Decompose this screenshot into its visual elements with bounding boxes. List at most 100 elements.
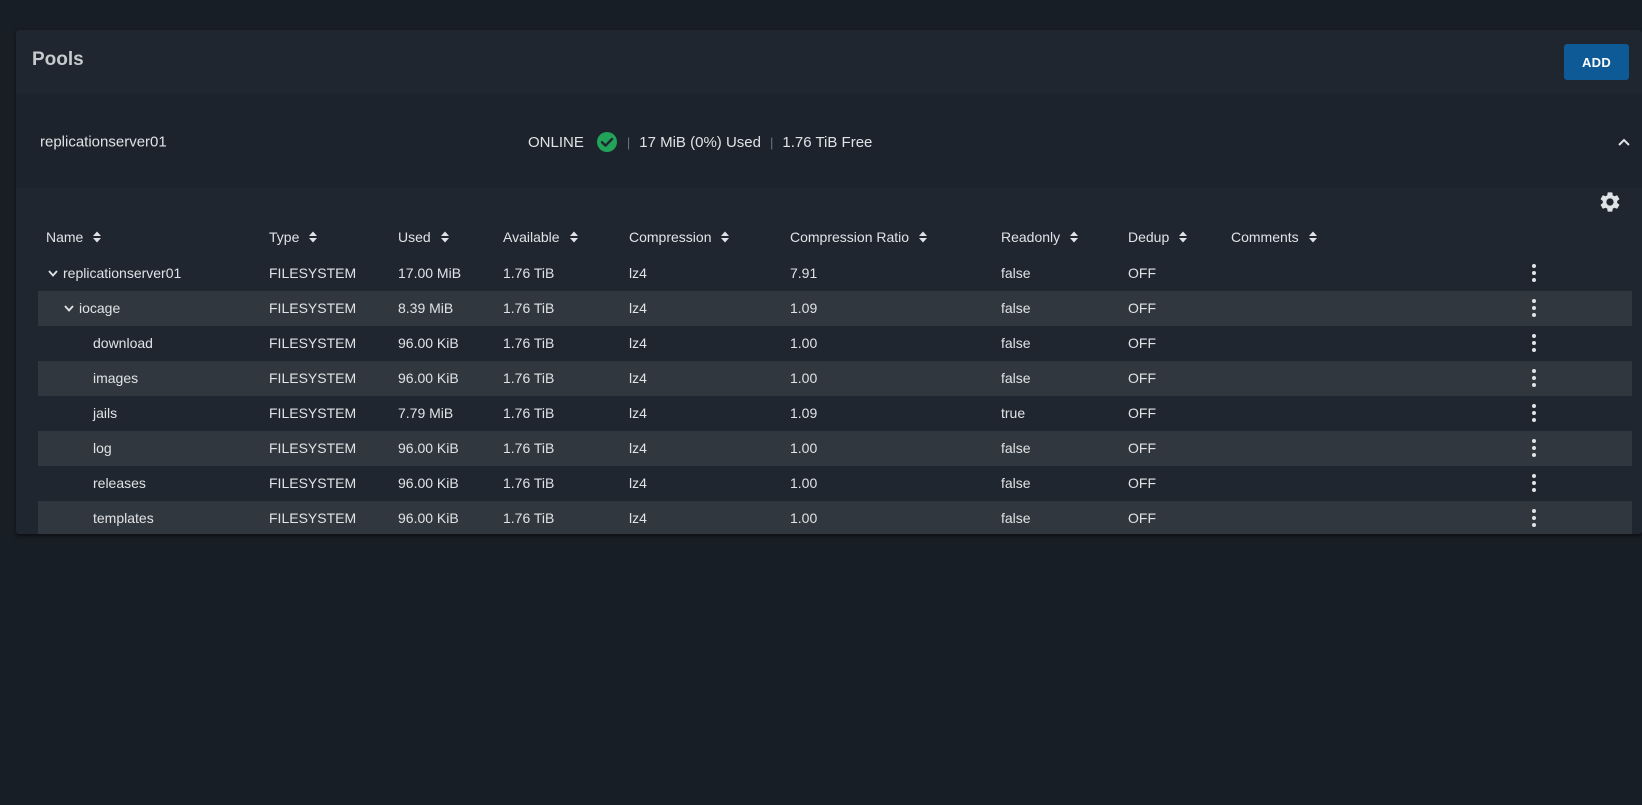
- table-row[interactable]: templates FILESYSTEM 96.00 KiB 1.76 TiB lz4 1…: [38, 501, 1632, 534]
- kebab-dot: [1532, 348, 1536, 352]
- cell-dedup: OFF: [1128, 475, 1156, 491]
- more-vert-icon[interactable]: [1522, 331, 1546, 355]
- cell-type: FILESYSTEM: [269, 335, 357, 351]
- cell-dedup: OFF: [1128, 300, 1156, 316]
- dataset-name: download: [93, 335, 153, 351]
- pool-status-text: ONLINE: [528, 133, 584, 151]
- cell-type: FILESYSTEM: [269, 510, 357, 526]
- cell-available: 1.76 TiB: [503, 440, 555, 456]
- more-vert-icon[interactable]: [1522, 471, 1546, 495]
- cell-readonly: false: [1001, 440, 1031, 456]
- dataset-name: releases: [93, 475, 146, 491]
- kebab-dot: [1532, 446, 1536, 450]
- more-vert-icon[interactable]: [1522, 401, 1546, 425]
- chevron-down-icon[interactable]: [48, 270, 58, 277]
- more-vert-icon[interactable]: [1522, 366, 1546, 390]
- cell-used: 7.79 MiB: [398, 405, 454, 421]
- add-button[interactable]: ADD: [1564, 44, 1629, 80]
- dataset-name-cell: templates: [93, 501, 154, 534]
- dataset-name-cell: replicationserver01: [48, 256, 181, 291]
- column-header-available[interactable]: Available: [503, 218, 579, 256]
- column-header-compression[interactable]: Compression: [629, 218, 730, 256]
- column-header-readonly[interactable]: Readonly: [1001, 218, 1079, 256]
- column-header-compression-ratio[interactable]: Compression Ratio: [790, 218, 928, 256]
- kebab-dot: [1532, 341, 1536, 345]
- cell-ratio: 1.09: [790, 300, 818, 316]
- cell-readonly: false: [1001, 265, 1031, 281]
- dataset-name-cell: log: [93, 431, 112, 466]
- cell-compression: lz4: [629, 510, 647, 526]
- card-header: Pools ADD: [16, 30, 1642, 94]
- kebab-dot: [1532, 334, 1536, 338]
- kebab-dot: [1532, 376, 1536, 380]
- sort-icon: [1070, 231, 1079, 243]
- sort-icon: [721, 231, 730, 243]
- kebab-dot: [1532, 523, 1536, 527]
- cell-compression: lz4: [629, 370, 647, 386]
- chevron-down-icon[interactable]: [64, 305, 74, 312]
- cell-ratio: 7.91: [790, 265, 818, 281]
- kebab-dot: [1532, 439, 1536, 443]
- kebab-dot: [1532, 299, 1536, 303]
- kebab-dot: [1532, 509, 1536, 513]
- chevron-up-icon[interactable]: [1616, 136, 1632, 148]
- cell-available: 1.76 TiB: [503, 370, 555, 386]
- sort-icon: [440, 231, 449, 243]
- cell-type: FILESYSTEM: [269, 440, 357, 456]
- kebab-dot: [1532, 404, 1536, 408]
- cell-available: 1.76 TiB: [503, 300, 555, 316]
- cell-compression: lz4: [629, 335, 647, 351]
- column-header-type[interactable]: Type: [269, 218, 318, 256]
- sort-icon: [569, 231, 578, 243]
- cell-available: 1.76 TiB: [503, 405, 555, 421]
- kebab-dot: [1532, 278, 1536, 282]
- column-header-used[interactable]: Used: [398, 218, 450, 256]
- cell-readonly: false: [1001, 335, 1031, 351]
- cell-used: 8.39 MiB: [398, 300, 454, 316]
- kebab-dot: [1532, 411, 1536, 415]
- cell-readonly: false: [1001, 300, 1031, 316]
- cell-dedup: OFF: [1128, 370, 1156, 386]
- cell-ratio: 1.00: [790, 370, 818, 386]
- pool-free: 1.76 TiB Free: [782, 133, 873, 151]
- cell-compression: lz4: [629, 440, 647, 456]
- column-header-name[interactable]: Name: [46, 218, 102, 256]
- cell-used: 17.00 MiB: [398, 265, 462, 281]
- table-row[interactable]: log FILESYSTEM 96.00 KiB 1.76 TiB lz4 1.00 fal…: [38, 431, 1632, 466]
- kebab-dot: [1532, 516, 1536, 520]
- more-vert-icon[interactable]: [1522, 261, 1546, 285]
- cell-readonly: true: [1001, 405, 1026, 421]
- table-row[interactable]: iocage FILESYSTEM 8.39 MiB 1.76 TiB lz4 1.09 f…: [38, 291, 1632, 326]
- sort-icon: [1308, 231, 1317, 243]
- sort-icon: [919, 231, 928, 243]
- table-row[interactable]: jails FILESYSTEM 7.79 MiB 1.76 TiB lz4 1.09 tr…: [38, 396, 1632, 431]
- kebab-dot: [1532, 383, 1536, 387]
- kebab-dot: [1532, 313, 1536, 317]
- column-header-comments[interactable]: Comments: [1231, 218, 1318, 256]
- more-vert-icon[interactable]: [1522, 506, 1546, 530]
- table-row[interactable]: releases FILESYSTEM 96.00 KiB 1.76 TiB lz4 1.…: [38, 466, 1632, 501]
- table-row[interactable]: images FILESYSTEM 96.00 KiB 1.76 TiB lz4 1.00…: [38, 361, 1632, 396]
- sort-icon: [309, 231, 318, 243]
- kebab-dot: [1532, 369, 1536, 373]
- pool-summary-bar[interactable]: replicationserver01 ONLINE | 17 MiB (0%)…: [16, 94, 1642, 188]
- cell-ratio: 1.09: [790, 405, 818, 421]
- page-title: Pools: [32, 49, 84, 70]
- cell-available: 1.76 TiB: [503, 475, 555, 491]
- dataset-name: replicationserver01: [63, 265, 182, 281]
- kebab-dot: [1532, 488, 1536, 492]
- more-vert-icon[interactable]: [1522, 296, 1546, 320]
- cell-type: FILESYSTEM: [269, 265, 357, 281]
- kebab-dot: [1532, 481, 1536, 485]
- column-header-dedup[interactable]: Dedup: [1128, 218, 1188, 256]
- check-circle-icon: [596, 132, 617, 152]
- table-row[interactable]: download FILESYSTEM 96.00 KiB 1.76 TiB lz4 1.…: [38, 326, 1632, 361]
- more-vert-icon[interactable]: [1522, 436, 1546, 460]
- cell-type: FILESYSTEM: [269, 475, 357, 491]
- cell-readonly: false: [1001, 370, 1031, 386]
- table-row[interactable]: replicationserver01 FILESYSTEM 17.00 MiB 1.…: [38, 256, 1632, 291]
- dataset-name-cell: iocage: [64, 291, 120, 326]
- cell-compression: lz4: [629, 475, 647, 491]
- cell-type: FILESYSTEM: [269, 300, 357, 316]
- gear-icon[interactable]: [1598, 190, 1622, 214]
